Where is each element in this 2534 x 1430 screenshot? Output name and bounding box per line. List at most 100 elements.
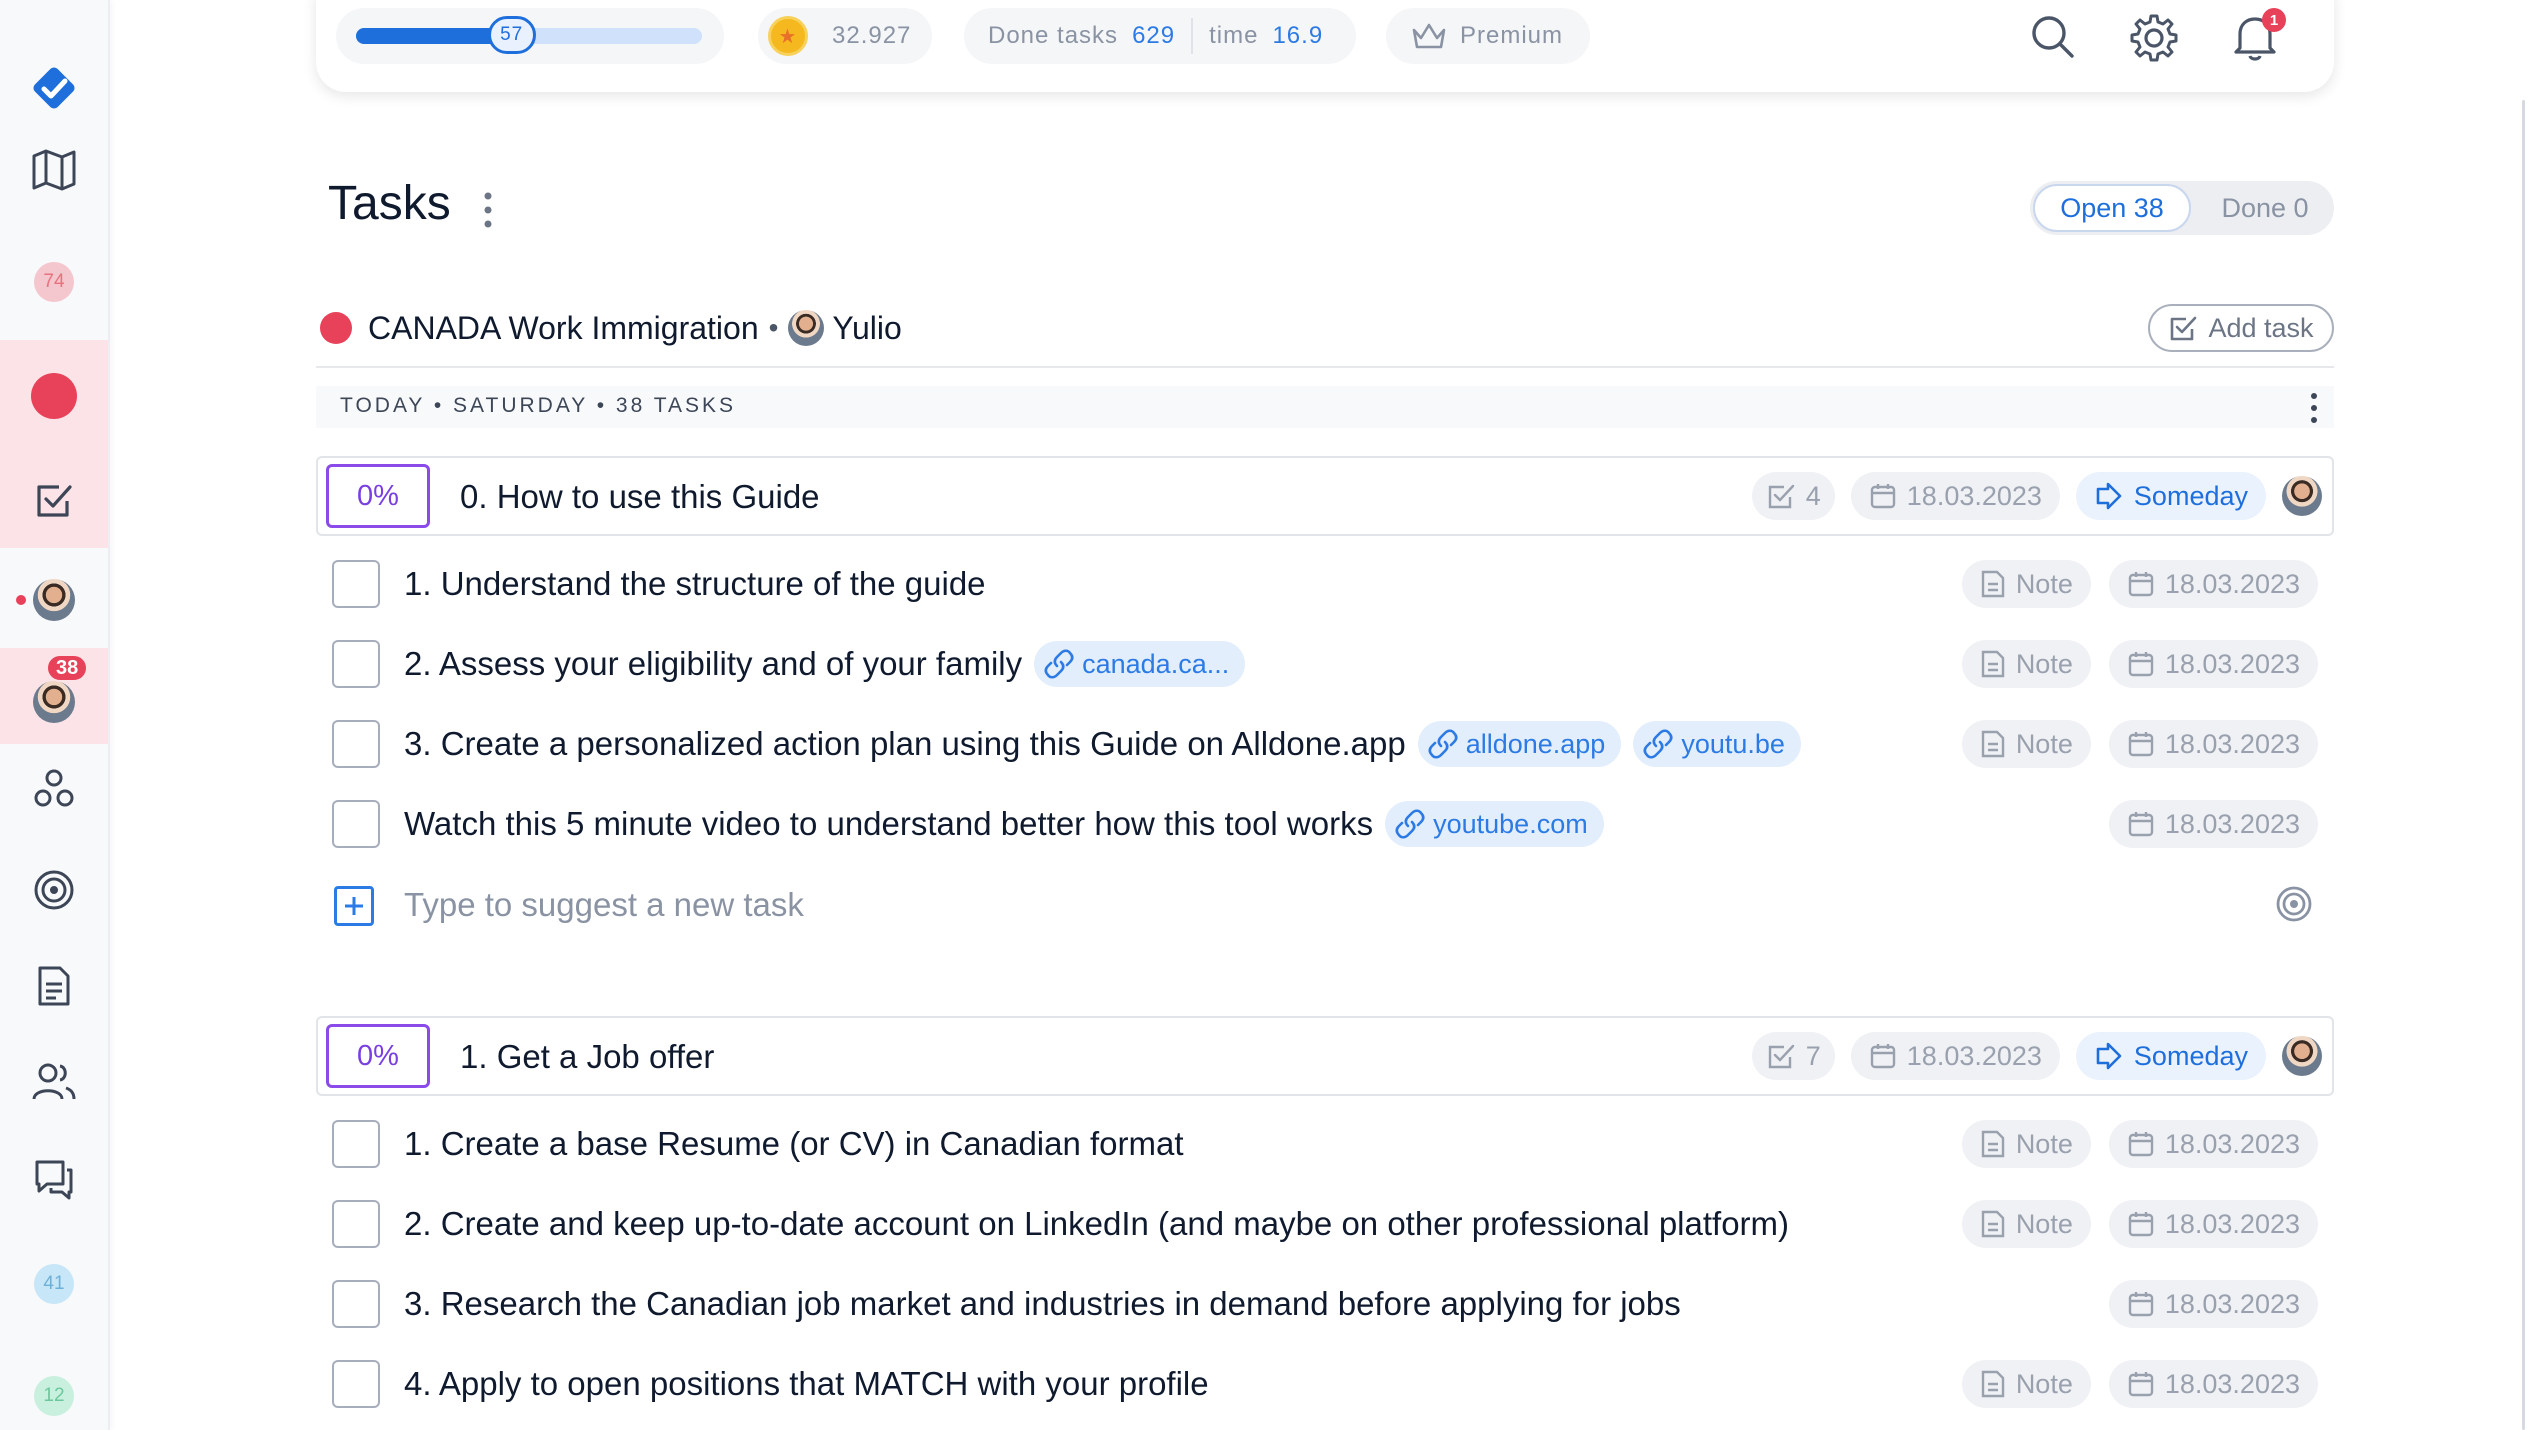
task-row[interactable]: 4. Apply to open positions that MATCH wi… <box>316 1344 2334 1424</box>
date-value: 18.03.2023 <box>2164 1208 2300 1239</box>
date-chip[interactable]: 18.03.2023 <box>2108 640 2318 688</box>
note-chip[interactable]: Note <box>1961 720 2091 768</box>
date-chip[interactable]: 18.03.2023 <box>2108 1280 2318 1328</box>
sidebar-item-user-2[interactable]: 38 <box>0 648 108 744</box>
link-chip[interactable]: canada.ca... <box>1034 641 1246 687</box>
sidebar-item-goals[interactable] <box>0 862 108 918</box>
task-row[interactable]: 1. Understand the structure of the guide… <box>316 544 2334 624</box>
link-icon <box>1395 809 1425 839</box>
note-chip[interactable]: Note <box>1961 1360 2091 1408</box>
note-label: Note <box>2015 1208 2073 1239</box>
assignee-avatar[interactable] <box>2282 476 2322 516</box>
new-task-input[interactable]: Type to suggest a new task <box>404 886 804 924</box>
date-chip[interactable]: 18.03.2023 <box>2108 720 2318 768</box>
note-chip[interactable]: Note <box>1961 1120 2091 1168</box>
calendar-icon <box>1870 484 1895 509</box>
group-progress-badge[interactable]: 0% <box>326 464 430 528</box>
task-checkbox[interactable] <box>332 720 380 768</box>
done-tasks-label: Done tasks <box>988 22 1119 49</box>
task-checkbox[interactable] <box>332 560 380 608</box>
sidebar-count-bottom-2[interactable]: 12 <box>0 1366 108 1426</box>
premium-button[interactable]: Premium <box>1386 8 1590 64</box>
search-button[interactable] <box>2028 12 2078 67</box>
note-chip[interactable]: Note <box>1961 560 2091 608</box>
gold-counter[interactable]: ★ 32.927 <box>758 8 932 64</box>
sidebar-item-notes[interactable] <box>0 958 108 1014</box>
sidebar-item-chats[interactable] <box>0 1150 108 1206</box>
sidebar-item-project[interactable] <box>0 340 108 452</box>
target-icon[interactable] <box>2274 884 2314 924</box>
date-chip[interactable]: 18.03.2023 <box>1850 472 2060 520</box>
link-chip[interactable]: youtu.be <box>1633 721 1801 767</box>
project-user[interactable]: Yulio <box>832 310 901 347</box>
group-title[interactable]: 0. How to use this Guide <box>460 478 820 516</box>
task-group-row[interactable]: 0% 1. Get a Job offer 7 18.03.2023 Somed… <box>316 1016 2334 1096</box>
notifications-button[interactable]: 1 <box>2230 8 2286 66</box>
stats-pill[interactable]: Done tasks 629 time 16.9 <box>964 8 1356 64</box>
add-task-button[interactable]: Add task <box>2148 304 2334 352</box>
sidebar-item-user-1[interactable] <box>0 560 108 640</box>
task-group-row[interactable]: 0% 0. How to use this Guide 4 18.03.2023… <box>316 456 2334 536</box>
subtasks-icon <box>1768 484 1794 509</box>
tab-done[interactable]: Done 0 <box>2200 184 2330 232</box>
task-checkbox[interactable] <box>332 1280 380 1328</box>
task-row[interactable]: 3. Research the Canadian job market and … <box>316 1264 2334 1344</box>
date-chip[interactable]: 18.03.2023 <box>2108 800 2318 848</box>
task-title: 2. Assess your eligibility and of your f… <box>404 645 1023 682</box>
project-name[interactable]: CANADA Work Immigration <box>368 310 759 347</box>
group-title[interactable]: 1. Get a Job offer <box>460 1038 714 1076</box>
separator: • <box>768 312 779 343</box>
sidebar-count-bottom-1[interactable]: 41 <box>0 1254 108 1314</box>
task-checkbox[interactable] <box>332 800 380 848</box>
task-checkbox[interactable] <box>332 1120 380 1168</box>
progress-track: 57 <box>356 16 702 54</box>
plus-icon[interactable] <box>334 886 374 926</box>
top-bar: 57 ★ 32.927 Done tasks 629 time 16.9 Pre… <box>316 0 2334 92</box>
someday-chip[interactable]: Someday <box>2075 1032 2266 1080</box>
app-logo[interactable] <box>0 56 108 120</box>
task-row[interactable]: 2. Create and keep up-to-date account on… <box>316 1184 2334 1264</box>
task-row[interactable]: Watch this 5 minute video to understand … <box>316 784 2334 864</box>
task-row[interactable]: 3. Create a personalized action plan usi… <box>316 704 2334 784</box>
task-checkbox[interactable] <box>332 1360 380 1408</box>
task-row[interactable]: 1. Create a base Resume (or CV) in Canad… <box>316 1104 2334 1184</box>
date-chip[interactable]: 18.03.2023 <box>1850 1032 2060 1080</box>
sidebar-count-top[interactable]: 74 <box>0 252 108 312</box>
note-chip[interactable]: Note <box>1961 1200 2091 1248</box>
assignee-avatar[interactable] <box>2282 1036 2322 1076</box>
gold-coin-icon: ★ <box>768 16 808 56</box>
sidebar-item-map[interactable] <box>0 138 108 202</box>
subtasks-chip[interactable]: 4 <box>1751 472 1835 520</box>
someday-chip[interactable]: Someday <box>2075 472 2266 520</box>
scrollbar[interactable] <box>2522 100 2525 1430</box>
day-header: TODAY • SATURDAY • 38 TASKS <box>316 386 2334 428</box>
link-icon <box>1428 729 1458 759</box>
task-title: 3. Create a personalized action plan usi… <box>404 725 1406 762</box>
level-progress[interactable]: 57 <box>336 8 724 64</box>
sidebar-item-tasks[interactable] <box>0 452 108 548</box>
link-chip[interactable]: alldone.app <box>1417 721 1622 767</box>
more-options-icon[interactable] <box>482 190 494 230</box>
gear-icon <box>2130 14 2178 62</box>
link-chip[interactable]: youtube.com <box>1385 801 1604 847</box>
tab-open[interactable]: Open 38 <box>2033 184 2191 232</box>
group-progress-badge[interactable]: 0% <box>326 1024 430 1088</box>
date-chip[interactable]: 18.03.2023 <box>2108 1360 2318 1408</box>
sidebar-item-workstreams[interactable] <box>0 756 108 822</box>
sidebar-item-contacts[interactable] <box>0 1054 108 1110</box>
calendar-icon <box>2128 1132 2154 1157</box>
task-row[interactable]: 2. Assess your eligibility and of your f… <box>316 624 2334 704</box>
note-chip[interactable]: Note <box>1961 640 2091 688</box>
done-tasks-value: 629 <box>1132 22 1176 49</box>
avatar <box>33 579 75 621</box>
more-options-icon[interactable] <box>2308 392 2320 424</box>
task-checkbox[interactable] <box>332 1200 380 1248</box>
new-task-row[interactable]: Type to suggest a new task <box>316 878 2334 934</box>
task-checkbox[interactable] <box>332 640 380 688</box>
date-chip[interactable]: 18.03.2023 <box>2108 1200 2318 1248</box>
subtasks-chip[interactable]: 7 <box>1751 1032 1835 1080</box>
subtasks-count: 7 <box>1805 1040 1821 1071</box>
date-chip[interactable]: 18.03.2023 <box>2108 560 2318 608</box>
date-chip[interactable]: 18.03.2023 <box>2108 1120 2318 1168</box>
settings-button[interactable] <box>2128 12 2180 69</box>
